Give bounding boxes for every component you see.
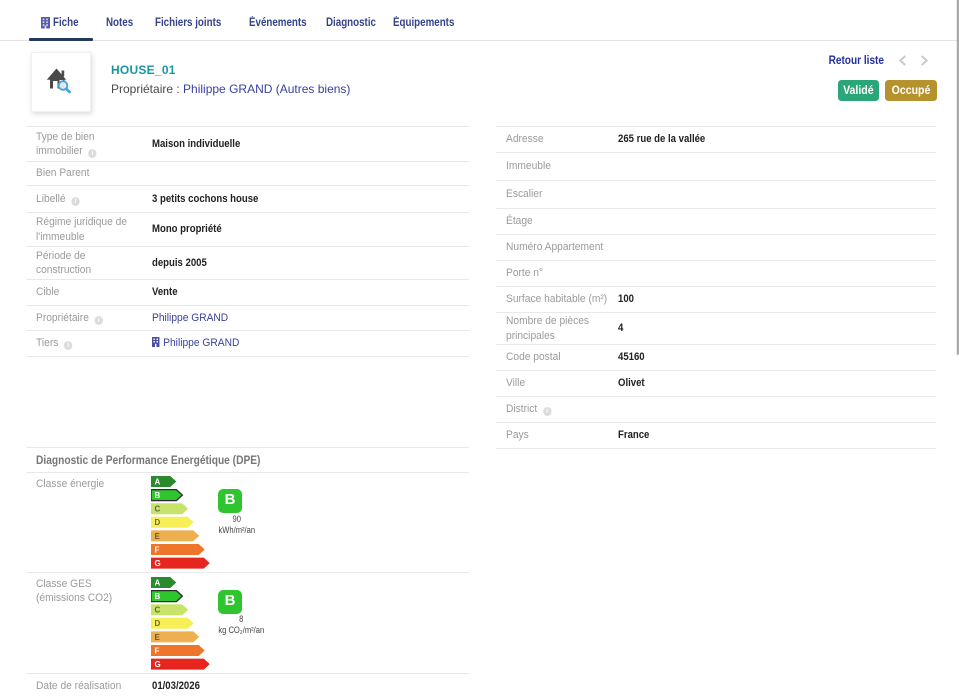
svg-text:B: B — [155, 592, 161, 601]
svg-text:C: C — [155, 505, 161, 514]
svg-text:C: C — [155, 606, 161, 615]
svg-text:E: E — [155, 532, 161, 541]
svg-text:E: E — [155, 633, 161, 642]
svg-text:G: G — [155, 660, 161, 669]
svg-text:B: B — [155, 491, 161, 500]
svg-text:F: F — [155, 646, 160, 655]
svg-text:D: D — [155, 518, 161, 527]
svg-text:A: A — [155, 477, 161, 486]
svg-text:F: F — [155, 545, 160, 554]
svg-text:G: G — [155, 559, 161, 568]
svg-text:A: A — [155, 578, 161, 587]
svg-text:D: D — [155, 619, 161, 628]
